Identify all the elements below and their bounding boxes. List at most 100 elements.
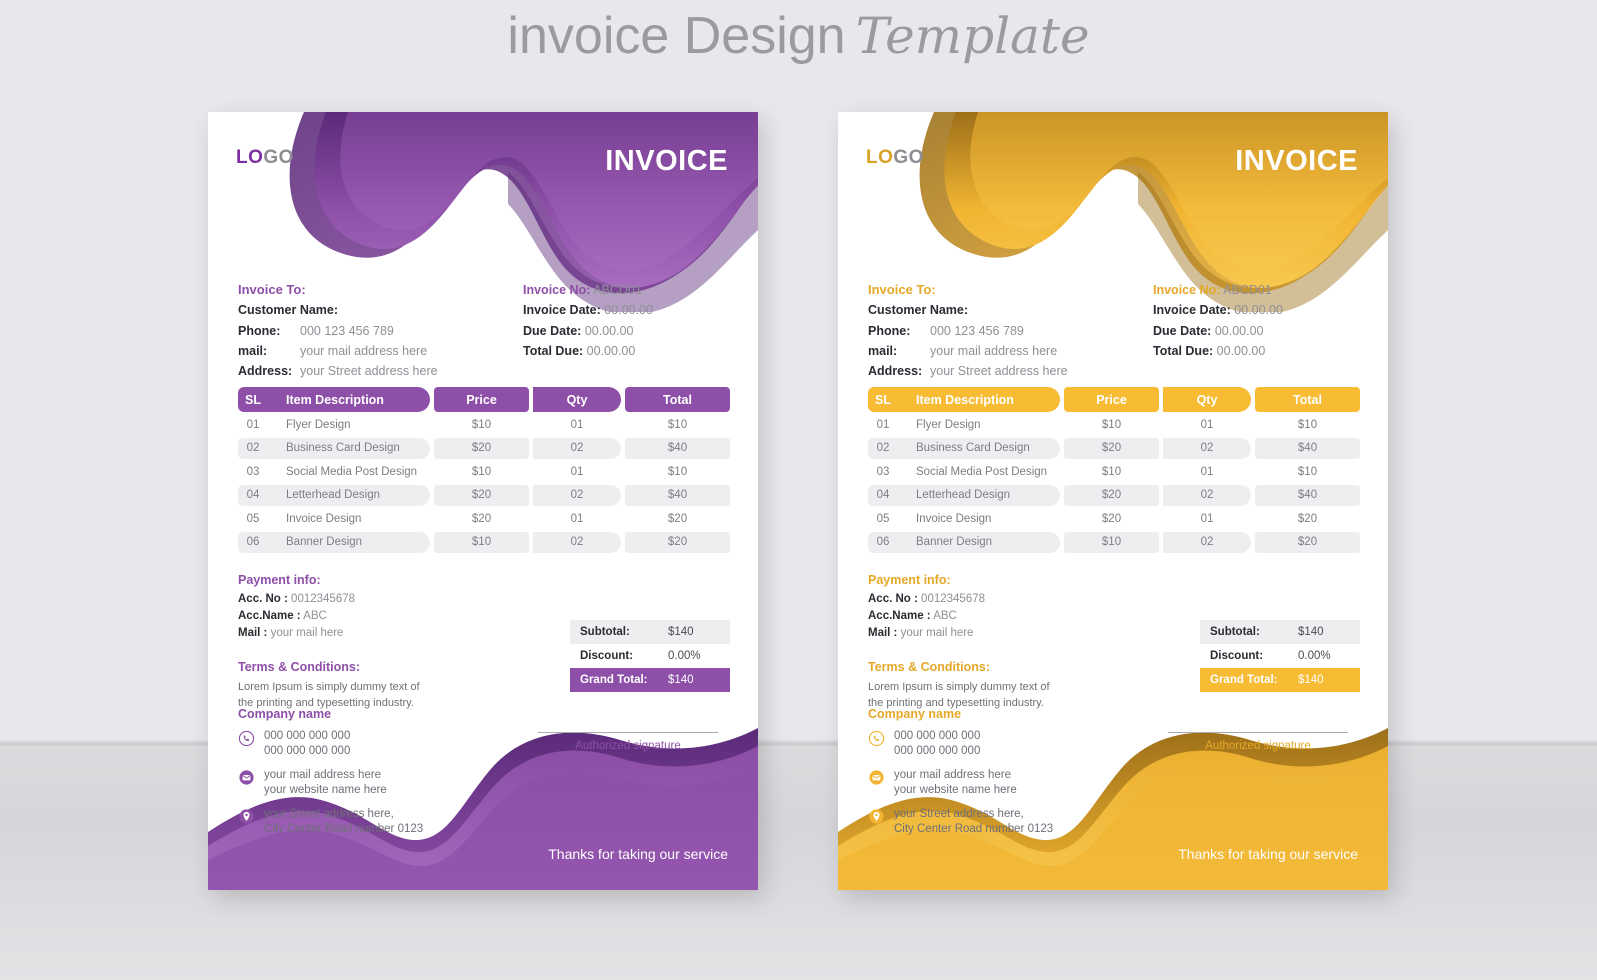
table-cell-total: $40 xyxy=(1255,484,1360,506)
table-cell-qty: 02 xyxy=(533,437,621,459)
table-cell-price: $10 xyxy=(1101,465,1122,478)
grand-total-value: $140 xyxy=(668,674,694,686)
phone-label: Phone: xyxy=(238,323,281,338)
items-table: SL Item Description Price Qty Total 01 F… xyxy=(238,387,730,553)
total-due-label: Total Due: xyxy=(1153,343,1214,358)
logo-light: GO xyxy=(263,147,294,168)
grand-total-label: Grand Total: xyxy=(580,674,648,686)
logo[interactable]: LOGO xyxy=(866,147,924,169)
table-cell-qty: 01 xyxy=(570,465,584,478)
table-header-row: SL Item Description Price Qty Total xyxy=(868,387,1360,412)
address-label: Address: xyxy=(868,364,923,379)
table-cell-sl: 01 xyxy=(876,418,890,431)
invoice-no-value: ABCD01 xyxy=(1223,283,1272,297)
mail-value: your mail address here xyxy=(300,343,428,358)
signature-label: Authorized signature xyxy=(1205,740,1311,752)
acc-no-label: Acc. No : xyxy=(238,593,288,605)
acc-no-value: 0012345678 xyxy=(291,593,356,605)
logo[interactable]: LOGO xyxy=(236,147,294,169)
contact-address: your Street address here, City Center Ro… xyxy=(868,807,1053,837)
table-cell-item: Flyer Design xyxy=(916,418,981,431)
acc-no-value: 0012345678 xyxy=(921,593,986,605)
invoice-no-label: Invoice No: xyxy=(1153,283,1221,297)
table-cell-item: Business Card Design xyxy=(898,437,1060,459)
table-cell-qty: 02 xyxy=(533,484,621,506)
table-cell-total: $40 xyxy=(625,437,730,459)
table-cell-total: $10 xyxy=(667,418,688,431)
location-icon-wrap xyxy=(238,808,255,825)
table-row: 02 Business Card Design $20 02 $40 xyxy=(238,437,730,459)
table-cell-price: $20 xyxy=(434,437,529,459)
table-cell-total: $20 xyxy=(1297,512,1318,525)
table-cell-price: $10 xyxy=(471,418,492,431)
phone-icon xyxy=(238,730,255,747)
table-cell-item: Flyer Design xyxy=(286,418,351,431)
table-cell-price: $10 xyxy=(434,531,529,553)
company-address-2: City Center Road number 0123 xyxy=(894,823,1054,835)
table-cell-price: $20 xyxy=(434,484,529,506)
invoice-date-label: Invoice Date: xyxy=(523,303,601,318)
signature-label: Authorized signature xyxy=(575,740,681,752)
table-cell-sl: 05 xyxy=(876,512,890,525)
table-cell-price: $20 xyxy=(1101,512,1122,525)
payment-mail-label: Mail : xyxy=(238,627,268,639)
mail-icon-wrap xyxy=(868,769,885,786)
company-phone-2: 000 000 000 000 xyxy=(894,745,981,757)
page-title-script: Template xyxy=(855,7,1090,65)
invoice-no-label: Invoice No: xyxy=(523,283,591,297)
logo-bold: LO xyxy=(866,147,894,168)
mail-label: mail: xyxy=(238,343,268,358)
table-header-sl: SL xyxy=(868,387,898,412)
table-header-item: Item Description xyxy=(268,387,430,412)
subtotal-row: Subtotal: $140 xyxy=(1200,620,1360,644)
subtotal-label: Subtotal: xyxy=(1210,626,1260,638)
table-cell-price: $10 xyxy=(471,465,492,478)
mail-label: mail: xyxy=(868,343,898,358)
table-cell-total: $20 xyxy=(1255,531,1360,553)
contact-mail: your mail address here your website name… xyxy=(238,768,423,798)
totals-block: Subtotal: $140 Discount: 0.00% Grand Tot… xyxy=(1200,620,1360,692)
total-due-value: 00.00.00 xyxy=(1216,343,1266,358)
table-cell-qty: 01 xyxy=(1200,465,1214,478)
payment-mail-value: your mail here xyxy=(270,627,344,639)
invoice-details: Invoice To: Customer Name: Phone: 000 123… xyxy=(238,280,730,381)
table-cell-sl: 01 xyxy=(246,418,260,431)
table-header-item: Item Description xyxy=(898,387,1060,412)
contact-phone: 000 000 000 000 000 000 000 000 xyxy=(238,729,423,759)
table-cell-price: $10 xyxy=(1101,418,1122,431)
totals-block: Subtotal: $140 Discount: 0.00% Grand Tot… xyxy=(570,620,730,692)
page-title-main: invoice Design xyxy=(507,7,846,65)
discount-value: 0.00% xyxy=(1298,650,1331,662)
signature-block: Authorized signature xyxy=(538,732,718,752)
table-cell-qty: 01 xyxy=(1200,418,1214,431)
terms-line-1: Lorem Ipsum is simply dummy text of xyxy=(238,681,420,693)
thanks-message: Thanks for taking our service xyxy=(1178,846,1358,862)
table-cell-qty: 01 xyxy=(570,512,584,525)
company-website: your website name here xyxy=(894,784,1017,796)
company-name: Company name xyxy=(868,707,962,721)
terms-heading: Terms & Conditions: xyxy=(238,660,360,674)
invoice-to-heading: Invoice To: xyxy=(868,282,936,297)
company-website: your website name here xyxy=(264,784,387,796)
acc-name-value: ABC xyxy=(303,610,327,622)
table-cell-item: Invoice Design xyxy=(286,512,362,525)
payment-mail-value: your mail here xyxy=(900,627,974,639)
phone-icon-wrap xyxy=(238,730,255,747)
table-cell-qty: 02 xyxy=(1163,437,1251,459)
invoice-to-heading: Invoice To: xyxy=(238,282,306,297)
address-label: Address: xyxy=(238,364,293,379)
table-cell-total: $40 xyxy=(1255,437,1360,459)
invoice-date-label: Invoice Date: xyxy=(1153,303,1231,318)
total-due-value: 00.00.00 xyxy=(586,343,636,358)
table-cell-qty: 02 xyxy=(533,531,621,553)
table-header-price: Price xyxy=(1064,387,1159,412)
table-header-price: Price xyxy=(434,387,529,412)
company-phone-1: 000 000 000 000 xyxy=(894,730,981,742)
invoice-no-value: ABCD01 xyxy=(593,283,642,297)
table-header-sl: SL xyxy=(238,387,268,412)
table-cell-price: $10 xyxy=(1064,531,1159,553)
table-cell-item: Social Media Post Design xyxy=(286,465,418,478)
discount-label: Discount: xyxy=(580,650,634,662)
mail-icon-wrap xyxy=(238,769,255,786)
table-cell-qty: 01 xyxy=(570,418,584,431)
